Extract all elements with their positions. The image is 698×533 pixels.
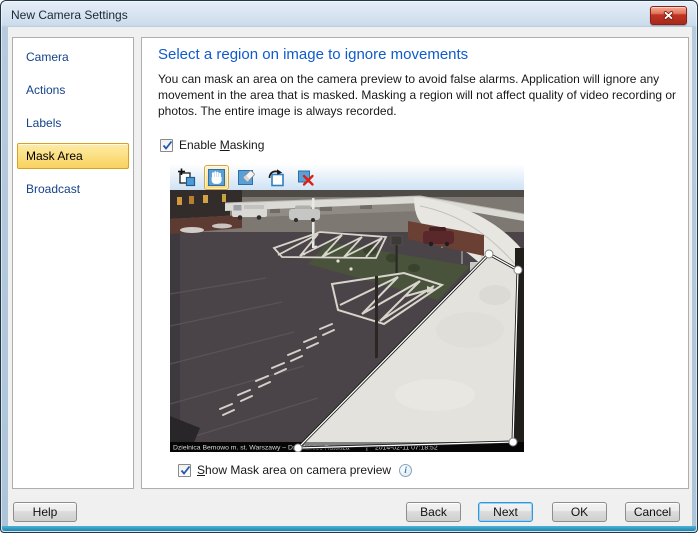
enable-masking-label: Enable Masking — [179, 138, 264, 152]
cancel-button[interactable]: Cancel — [625, 502, 680, 522]
hand-pan-icon — [207, 168, 226, 187]
camera-preview: Dzielnica Bemowo m. st. Warszawy – Dzied… — [170, 190, 524, 452]
sidebar-item-labels[interactable]: Labels — [17, 110, 129, 136]
sidebar-item-broadcast[interactable]: Broadcast — [17, 176, 129, 202]
dialog-window: New Camera Settings Camera Actions Labels M… — [0, 0, 698, 533]
title-bar: New Camera Settings — [2, 2, 696, 27]
description-text: You can mask an area on the camera previ… — [158, 71, 680, 119]
add-mask-region-icon — [177, 168, 196, 187]
close-icon — [663, 11, 674, 20]
erase-mask-button[interactable] — [234, 165, 259, 190]
delete-x-icon — [297, 168, 316, 187]
rotate-arrow-icon — [267, 168, 286, 187]
mask-handle[interactable] — [485, 250, 493, 258]
pan-tool-button[interactable] — [204, 165, 229, 190]
ok-button[interactable]: OK — [552, 502, 607, 522]
next-button[interactable]: Next — [478, 502, 533, 522]
camera-preview-image[interactable]: Dzielnica Bemowo m. st. Warszawy – Dzied… — [170, 190, 524, 452]
close-button[interactable] — [650, 6, 687, 25]
mask-handle[interactable] — [514, 266, 522, 274]
mask-toolbar — [170, 164, 524, 190]
client-area: Camera Actions Labels Mask Area Broadcast Se… — [8, 27, 692, 527]
sidebar-item-camera[interactable]: Camera — [17, 44, 129, 70]
eraser-icon — [237, 168, 256, 187]
add-mask-region-button[interactable] — [174, 165, 199, 190]
sidebar: Camera Actions Labels Mask Area Broadcast — [12, 37, 134, 489]
help-button[interactable]: Help — [13, 502, 77, 522]
delete-mask-button[interactable] — [294, 165, 319, 190]
show-mask-label: Show Mask area on camera preview — [197, 463, 391, 477]
checkbox-box[interactable] — [160, 139, 173, 152]
transform-mask-button[interactable] — [264, 165, 289, 190]
main-panel: Select a region on image to ignore movem… — [141, 37, 689, 489]
sidebar-item-mask-area[interactable]: Mask Area — [17, 143, 129, 169]
check-icon — [179, 464, 192, 477]
back-button[interactable]: Back — [406, 502, 461, 522]
enable-masking-checkbox[interactable]: Enable Masking — [160, 138, 264, 152]
info-icon[interactable]: i — [399, 464, 412, 477]
show-mask-checkbox[interactable]: Show Mask area on camera preview i — [178, 463, 412, 477]
page-title: Select a region on image to ignore movem… — [158, 46, 468, 63]
sidebar-item-actions[interactable]: Actions — [17, 77, 129, 103]
mask-handle[interactable] — [294, 444, 302, 452]
window-title: New Camera Settings — [11, 8, 128, 22]
window-frame-bottom — [2, 526, 696, 531]
check-icon — [161, 139, 174, 152]
checkbox-box[interactable] — [178, 464, 191, 477]
mask-handle[interactable] — [509, 438, 517, 446]
